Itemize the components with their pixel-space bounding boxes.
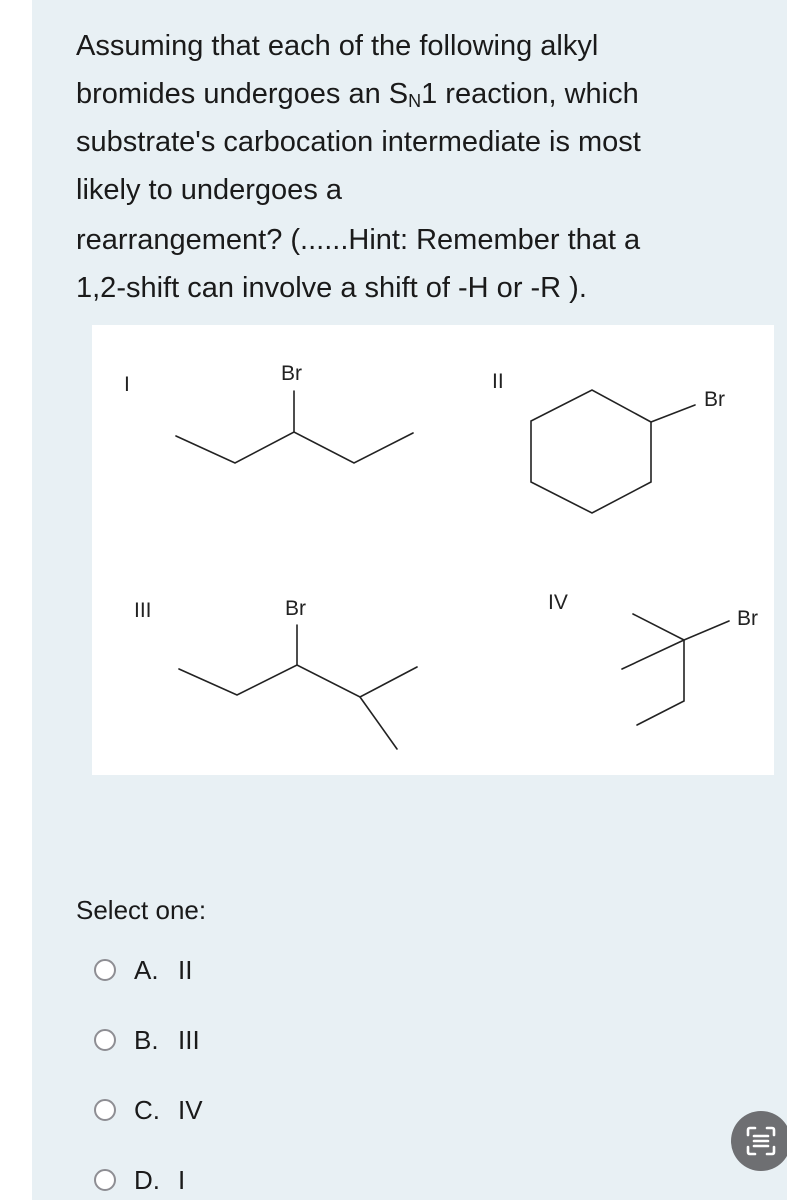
option-value: III (178, 1024, 200, 1055)
option-c[interactable]: C. IV (94, 1090, 203, 1130)
question-line: likely to undergoes a (76, 174, 342, 206)
structure-iv (621, 613, 730, 726)
subscript: N (408, 91, 422, 111)
question-line: 1,2-shift can involve a shift of -H or -… (76, 272, 587, 304)
bond-methyl (621, 639, 685, 670)
bond-c-br (683, 620, 730, 641)
structures-svg: I Br II Br III Br IV Br (124, 362, 758, 750)
question-fragment: 1 reaction, which (421, 78, 639, 110)
option-value: IV (178, 1094, 203, 1125)
question-line: rearrangement? (......Hint: Remember tha… (76, 224, 641, 256)
structure-label: IV (548, 591, 568, 614)
question-line: Assuming that each of the following alky… (76, 30, 599, 62)
option-value: I (178, 1164, 186, 1195)
cyclohexane-ring (530, 389, 652, 514)
bond-c-br (650, 404, 696, 423)
radio-button[interactable] (94, 959, 116, 981)
structure-label: I (124, 373, 130, 396)
question-line: substrate's carbocation intermediate is … (76, 126, 641, 158)
question-line: bromides undergoes an SN1 reaction, whic… (76, 70, 766, 118)
br-label: Br (285, 597, 306, 620)
option-letter: A. (134, 954, 159, 985)
bond-methyl (632, 613, 685, 641)
radio-button[interactable] (94, 1029, 116, 1051)
select-one-label: Select one: (76, 895, 207, 925)
option-letter: D. (134, 1164, 160, 1195)
bond-methyl (359, 696, 398, 750)
bond-ethyl (636, 639, 685, 726)
structure-iii (178, 624, 418, 750)
radio-button[interactable] (94, 1169, 116, 1191)
br-label: Br (281, 362, 302, 385)
option-b[interactable]: B. III (94, 1020, 200, 1060)
option-letter: C. (134, 1094, 160, 1125)
structure-label: III (134, 599, 152, 622)
structure-i (175, 390, 414, 464)
option-letter: B. (134, 1024, 159, 1055)
question-text: Assuming that each of the following alky… (76, 22, 766, 312)
structure-label: II (492, 370, 504, 393)
scan-text-icon (746, 1126, 776, 1156)
question-fragment: bromides undergoes an S (76, 78, 409, 110)
option-d[interactable]: D. I (94, 1160, 185, 1200)
structure-ii (530, 389, 696, 514)
bond-chain (178, 664, 418, 698)
radio-button[interactable] (94, 1099, 116, 1121)
option-a[interactable]: A. II (94, 950, 192, 990)
bond-chain (175, 431, 414, 464)
option-value: II (178, 954, 193, 985)
structures-figure: I Br II Br III Br IV Br (92, 325, 774, 775)
br-label: Br (737, 607, 758, 630)
scan-text-button[interactable] (731, 1111, 787, 1171)
br-label: Br (704, 388, 725, 411)
